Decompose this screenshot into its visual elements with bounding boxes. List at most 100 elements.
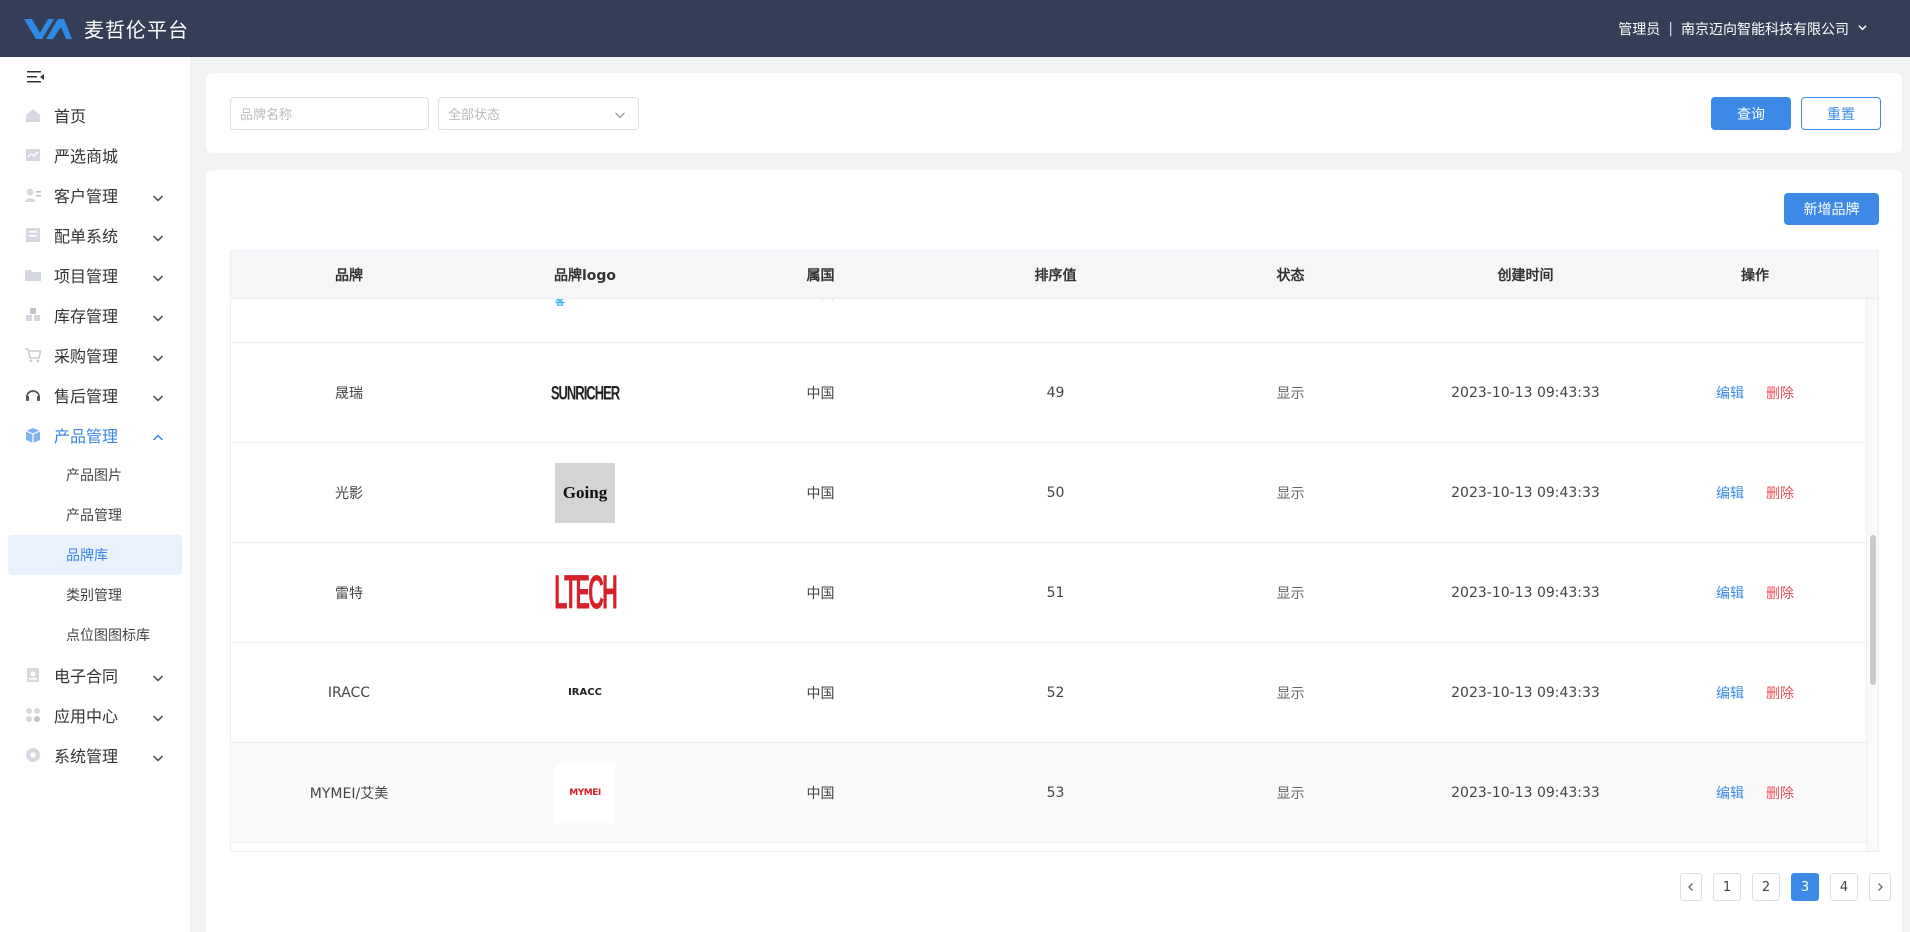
cell-logo: SUNRICHER: [467, 343, 703, 442]
apps-icon: [24, 706, 42, 724]
sidebar-item-label: 电子合同: [54, 667, 119, 686]
sidebar-item-order[interactable]: 配单系统: [0, 215, 190, 255]
sidebar-subitem-point-icon-library[interactable]: 点位图图标库: [0, 615, 190, 655]
sidebar-item-label: 客户管理: [54, 187, 119, 206]
brand-name-input[interactable]: 品牌名称: [230, 97, 429, 130]
delete-link[interactable]: 删除: [1766, 783, 1794, 803]
add-brand-button[interactable]: 新增品牌: [1784, 193, 1879, 225]
page-button-2[interactable]: 2: [1752, 873, 1780, 901]
chevron-down-icon: [152, 229, 164, 242]
cell-ops: 编辑 删除: [1643, 743, 1867, 842]
menu-collapse-icon[interactable]: [26, 69, 46, 85]
edit-link[interactable]: 编辑: [1716, 583, 1744, 603]
chevron-down-icon: [152, 189, 164, 202]
chevron-down-icon: [152, 749, 164, 762]
cell-created: 2023-10-13 09:43:33: [1408, 299, 1643, 342]
next-page-button[interactable]: [1869, 873, 1891, 901]
page-button-1[interactable]: 1: [1713, 873, 1741, 901]
delete-link[interactable]: 删除: [1766, 683, 1794, 703]
home-icon: [24, 106, 42, 124]
cell-sort: 49: [1046, 384, 1065, 401]
edit-link[interactable]: 编辑: [1716, 383, 1744, 403]
cell-created: 2023-10-13 09:43:33: [1451, 484, 1600, 501]
sidebar-item-system[interactable]: 系统管理: [0, 735, 190, 775]
status-select[interactable]: 全部状态: [438, 97, 639, 130]
logo-text: SUNRICHER: [550, 381, 620, 404]
col-header-status: 状态: [1276, 267, 1305, 284]
cell-logo: IRACC: [467, 643, 703, 742]
page-button-4[interactable]: 4: [1830, 873, 1858, 901]
top-header: 麦哲伦平台 管理员 | 南京迈向智能科技有限公司: [0, 0, 1910, 57]
chevron-down-icon: [152, 389, 164, 402]
edit-link[interactable]: 编辑: [1716, 483, 1744, 503]
sidebar-item-label: 系统管理: [54, 747, 119, 766]
cell-brand: 光影: [335, 485, 363, 502]
cell-ops: 编辑 删除: [1643, 443, 1867, 542]
delete-link[interactable]: 删除: [1766, 299, 1794, 303]
chevron-down-icon: [152, 309, 164, 322]
brand-logo-image: IRACC: [555, 663, 615, 723]
chevron-left-icon: [1688, 883, 1693, 891]
reset-button[interactable]: 重置: [1801, 97, 1881, 130]
cell-sort: 51: [1046, 584, 1065, 601]
col-header-brand: 品牌: [335, 267, 363, 284]
sidebar-item-store[interactable]: 严选商城: [0, 135, 190, 175]
sidebar-subitem-brand-library[interactable]: 品牌库: [8, 535, 182, 575]
cell-sort: 53: [1046, 784, 1065, 801]
search-button[interactable]: 查询: [1711, 97, 1791, 130]
delete-link[interactable]: 删除: [1766, 483, 1794, 503]
cell-country: 中国: [806, 485, 835, 502]
sidebar-item-purchase[interactable]: 采购管理: [0, 335, 190, 375]
cell-logo: MYMEI: [467, 743, 703, 842]
delete-link[interactable]: 删除: [1766, 583, 1794, 603]
chevron-down-icon: [152, 349, 164, 362]
col-header-sort: 排序值: [1034, 267, 1077, 284]
cart-icon: [24, 346, 42, 364]
logo[interactable]: 麦哲伦平台: [22, 14, 189, 43]
sidebar-subitem-product-images[interactable]: 产品图片: [0, 455, 190, 495]
chevron-up-icon: [152, 429, 164, 441]
cell-status: 显示: [1276, 385, 1305, 402]
sidebar-subitem-product-manage[interactable]: 产品管理: [0, 495, 190, 535]
sidebar-item-contract[interactable]: 电子合同: [0, 655, 190, 695]
chevron-down-icon: [614, 109, 626, 121]
chevron-down-icon: [152, 709, 164, 722]
headset-icon: [24, 386, 42, 404]
chevron-down-icon: [152, 669, 164, 682]
cell-ops: 编辑 删除: [1643, 299, 1867, 342]
edit-link[interactable]: 编辑: [1716, 783, 1744, 803]
sidebar-item-home[interactable]: 首页: [0, 95, 190, 135]
sidebar-subitem-category[interactable]: 类别管理: [0, 575, 190, 615]
logo-text: GECOOS集客: [555, 299, 565, 308]
customer-icon: [24, 186, 42, 204]
table-scrollbar[interactable]: [1866, 299, 1878, 851]
edit-link[interactable]: 编辑: [1716, 683, 1744, 703]
page-button-3[interactable]: 3: [1791, 873, 1819, 901]
prev-page-button[interactable]: [1680, 873, 1702, 901]
sidebar-item-product[interactable]: 产品管理: [0, 415, 190, 455]
user-menu[interactable]: 管理员 | 南京迈向智能科技有限公司: [1618, 0, 1868, 57]
sidebar-item-aftersale[interactable]: 售后管理: [0, 375, 190, 415]
sidebar-item-label: 配单系统: [54, 227, 119, 246]
sidebar-item-inventory[interactable]: 库存管理: [0, 295, 190, 335]
inventory-icon: [24, 306, 42, 324]
scrollbar-thumb[interactable]: [1870, 535, 1876, 685]
col-header-created: 创建时间: [1497, 267, 1554, 284]
sidebar-item-customer[interactable]: 客户管理: [0, 175, 190, 215]
brand-logo-image: MYMEI: [555, 762, 615, 823]
chevron-right-icon: [1878, 883, 1883, 891]
col-header-country: 属国: [806, 267, 835, 284]
sidebar-item-project[interactable]: 项目管理: [0, 255, 190, 295]
company-name: 南京迈向智能科技有限公司: [1681, 21, 1849, 38]
sidebar-item-apps[interactable]: 应用中心: [0, 695, 190, 735]
brand-name: 麦哲伦平台: [84, 18, 189, 42]
edit-link[interactable]: 编辑: [1716, 299, 1744, 303]
status-select-placeholder: 全部状态: [448, 108, 501, 123]
chevron-down-icon: [152, 269, 164, 282]
cell-created: 2023-10-13 09:43:33: [1451, 784, 1600, 801]
sidebar-item-label: 库存管理: [54, 307, 119, 326]
table-body[interactable]: 集客 GECOOS集客 中国 48 显示 2023-10-13 09:43:33…: [231, 299, 1867, 851]
delete-link[interactable]: 删除: [1766, 383, 1794, 403]
store-icon: [24, 146, 42, 164]
cell-status: 显示: [1276, 485, 1305, 502]
